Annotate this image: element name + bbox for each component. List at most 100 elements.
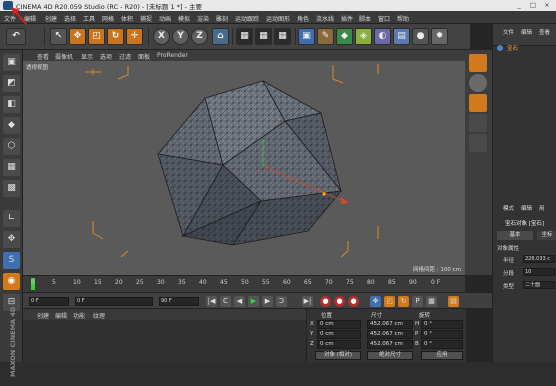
maximize-button[interactable]: □ — [526, 1, 540, 10]
y-axis-button[interactable]: Y — [172, 28, 189, 45]
next-key-icon[interactable]: Ↄ — [276, 296, 287, 307]
menu-mesh[interactable]: 网格 — [102, 14, 114, 23]
objmgr-menu-file[interactable]: 文件 — [503, 28, 514, 36]
menu-plugins[interactable]: 插件 — [341, 14, 353, 23]
attr-menu-user[interactable]: 用 — [539, 204, 545, 212]
make-editable-icon[interactable]: ▣ — [3, 54, 20, 71]
viewport-menu-filter[interactable]: 过滤 — [119, 52, 131, 61]
menu-simulate[interactable]: 模拟 — [178, 14, 190, 23]
cube-icon[interactable]: ▣ — [298, 28, 315, 45]
start-frame-field[interactable]: 0 F — [75, 297, 153, 306]
undo-button[interactable]: ↶ — [6, 28, 26, 45]
go-to-end-icon[interactable]: ▶| — [302, 296, 313, 307]
live-selection-icon[interactable]: ↖ — [50, 28, 67, 45]
render-to-picture-viewer-icon[interactable]: ▦ — [255, 28, 272, 45]
pos-y-field[interactable]: 0 cm — [317, 330, 361, 339]
menu-select[interactable]: 选择 — [64, 14, 76, 23]
edges-mode-icon[interactable]: ▦ — [3, 159, 20, 176]
mat-menu-edit[interactable]: 编辑 — [55, 311, 67, 320]
menu-script[interactable]: 脚本 — [359, 14, 371, 23]
size-mode-select[interactable]: 绝对尺寸 — [367, 351, 413, 360]
scale-icon[interactable]: ◰ — [88, 28, 105, 45]
position-key-icon[interactable]: ✥ — [370, 296, 381, 307]
size-x-field[interactable]: 452.067 cm — [367, 320, 413, 329]
next-frame-icon[interactable]: ▶ — [262, 296, 273, 307]
menu-motion-tracking[interactable]: 运动跟踪 — [235, 14, 259, 23]
snap-icon[interactable]: S — [3, 252, 20, 269]
rotate-icon[interactable]: ↻ — [107, 28, 124, 45]
close-button[interactable]: × — [540, 1, 554, 10]
rot-h-field[interactable]: 0 ° — [421, 320, 463, 329]
menu-window[interactable]: 窗口 — [378, 14, 390, 23]
play-icon[interactable]: ▶ — [248, 296, 259, 307]
mat-menu-create[interactable]: 创建 — [37, 311, 49, 320]
render-region-icon[interactable] — [469, 94, 487, 112]
camera-icon[interactable]: ● — [412, 28, 429, 45]
rot-p-field[interactable]: 0 ° — [421, 330, 463, 339]
viewport-menu-prorender[interactable]: ProRender — [157, 52, 188, 59]
keyframe-selection-icon[interactable]: ● — [348, 296, 359, 307]
viewport-menu-panel[interactable]: 面板 — [138, 52, 150, 61]
viewport-menu-options[interactable]: 选项 — [100, 52, 112, 61]
record-icon[interactable]: ● — [320, 296, 331, 307]
menu-tools[interactable]: 工具 — [83, 14, 95, 23]
menu-animate[interactable]: 动画 — [159, 14, 171, 23]
texture-mode-icon[interactable]: ◧ — [3, 96, 20, 113]
prev-frame-icon[interactable]: ◀ — [234, 296, 245, 307]
tab-basic[interactable]: 基本 — [497, 231, 533, 240]
size-y-field[interactable]: 452.067 cm — [367, 330, 413, 339]
minimize-button[interactable]: _ — [512, 1, 526, 10]
menu-create[interactable]: 创建 — [45, 14, 57, 23]
tab-coord[interactable]: 坐标 — [537, 231, 556, 240]
coordinate-system-icon[interactable]: ⌂ — [212, 28, 229, 45]
apply-button[interactable]: 应用 — [421, 351, 463, 360]
end-frame-field[interactable]: 90 F — [159, 297, 199, 306]
go-to-start-icon[interactable]: |◀ — [206, 296, 217, 307]
deformer-icon[interactable]: ◐ — [374, 28, 391, 45]
size-z-field[interactable]: 452.067 cm — [367, 340, 413, 349]
menu-sculpt[interactable]: 雕刻 — [216, 14, 228, 23]
rotation-key-icon[interactable]: ↻ — [398, 296, 409, 307]
workplane-mode-icon[interactable]: ◆ — [3, 117, 20, 134]
render-view-icon[interactable]: ▦ — [236, 28, 253, 45]
mat-menu-function[interactable]: 功能 — [73, 311, 85, 320]
objmgr-menu-view[interactable]: 查看 — [539, 28, 550, 36]
polygons-mode-icon[interactable]: ▩ — [3, 180, 20, 197]
pen-icon[interactable]: ✎ — [317, 28, 334, 45]
points-mode-icon[interactable]: ⬡ — [3, 138, 20, 155]
render-settings-icon[interactable]: ▦ — [274, 28, 291, 45]
viewport-menu-display[interactable]: 显示 — [81, 52, 93, 61]
menu-pipeline[interactable]: 流水线 — [316, 14, 334, 23]
axis-lock-icon[interactable] — [469, 134, 487, 152]
array-icon[interactable]: ◈ — [355, 28, 372, 45]
current-frame-field[interactable]: 0 F — [29, 297, 69, 306]
mat-menu-texture[interactable]: 纹理 — [93, 311, 105, 320]
light-icon[interactable]: ✹ — [431, 28, 448, 45]
enable-axis-icon[interactable]: ∟ — [3, 210, 20, 227]
snap-settings-icon[interactable] — [469, 74, 487, 92]
type-select[interactable]: 二十面 — [523, 281, 555, 289]
prev-key-icon[interactable]: C — [220, 296, 231, 307]
timeline-ruler[interactable]: 0 5 10 15 20 25 30 35 40 45 50 55 60 65 … — [23, 275, 465, 292]
menu-mograph[interactable]: 运动图形 — [266, 14, 290, 23]
pos-z-field[interactable]: 0 cm — [317, 340, 361, 349]
pla-key-icon[interactable]: ▦ — [426, 296, 437, 307]
move-icon[interactable]: ✥ — [69, 28, 86, 45]
coord-mode-select[interactable]: 对象 (相对) — [315, 351, 361, 360]
floor-icon[interactable]: ▤ — [393, 28, 410, 45]
grid-toggle-icon[interactable] — [469, 114, 487, 132]
viewport-menu-view[interactable]: 查看 — [37, 52, 49, 61]
menu-render[interactable]: 渲染 — [197, 14, 209, 23]
radius-field[interactable]: 226.033 c — [523, 255, 555, 263]
menu-volume[interactable]: 体积 — [121, 14, 133, 23]
scale-key-icon[interactable]: ◰ — [384, 296, 395, 307]
attr-menu-edit[interactable]: 编辑 — [521, 204, 532, 212]
subdivision-icon[interactable]: ◆ — [336, 28, 353, 45]
workplane-icon[interactable]: ◉ — [3, 273, 20, 290]
z-axis-button[interactable]: Z — [191, 28, 208, 45]
viewport-menu-cameras[interactable]: 摄像机 — [55, 52, 73, 61]
icosahedron-mesh[interactable] — [23, 61, 465, 275]
menu-snap[interactable]: 捕捉 — [140, 14, 152, 23]
objmgr-menu-edit[interactable]: 编辑 — [521, 28, 532, 36]
parameter-key-icon[interactable]: P — [412, 296, 423, 307]
